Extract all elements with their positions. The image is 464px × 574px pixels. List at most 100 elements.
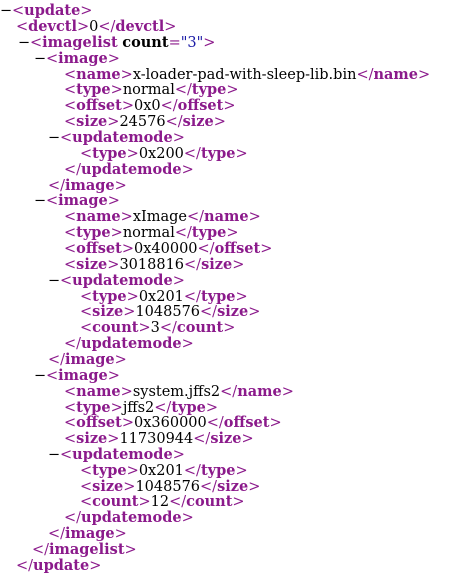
tag-name: updatemode — [81, 161, 182, 178]
tag-name: name — [76, 383, 121, 400]
close-bracket: </ — [197, 241, 215, 257]
close-bracket: </ — [16, 558, 34, 574]
end-bracket: > — [281, 384, 294, 400]
imagelist-close-line: </imagelist> — [32, 541, 137, 559]
collapse-toggle-icon[interactable]: − — [34, 193, 46, 209]
end-bracket: > — [123, 304, 136, 320]
image-name-line: <name>system.jffs2</name> — [64, 383, 294, 401]
element-text: 0x200 — [138, 146, 184, 162]
end-bracket: > — [248, 479, 261, 495]
collapse-toggle-icon[interactable]: − — [34, 368, 46, 384]
tag-name: type — [191, 224, 227, 241]
collapse-toggle-icon[interactable]: − — [48, 447, 60, 463]
collapse-toggle-icon[interactable]: − — [18, 35, 30, 51]
image-type-line: <type>normal</type> — [64, 82, 239, 99]
open-bracket: < — [64, 257, 77, 273]
end-bracket: > — [164, 19, 177, 35]
end-bracket: > — [120, 384, 133, 400]
element-text: 0x201 — [138, 289, 184, 305]
open-bracket: < — [16, 19, 29, 35]
updatemode-close-line: </updatemode> — [64, 510, 194, 527]
tag-name: type — [171, 399, 206, 416]
end-bracket: > — [126, 463, 139, 479]
tag-name: type — [92, 462, 127, 479]
close-bracket: </ — [160, 98, 178, 114]
image-close-line: </image> — [48, 525, 127, 543]
tag-name: image — [65, 525, 115, 542]
tag-name: imagelist — [42, 34, 118, 51]
open-bracket: < — [64, 209, 77, 225]
open-bracket: < — [64, 400, 77, 416]
tag-name: offset — [177, 97, 224, 114]
end-bracket: > — [107, 368, 120, 384]
tag-name: update — [33, 557, 90, 574]
end-bracket: > — [76, 19, 90, 35]
open-bracket: < — [46, 51, 59, 67]
tag-name: count — [92, 319, 139, 336]
element-text: 3018816 — [119, 257, 185, 273]
open-bracket: < — [60, 447, 73, 463]
end-bracket: > — [107, 114, 120, 130]
end-bracket: > — [126, 289, 139, 305]
tag-name: updatemode — [81, 335, 182, 352]
tag-name: size — [76, 256, 108, 273]
tag-name: offset — [76, 97, 122, 114]
collapse-toggle-icon[interactable]: − — [0, 3, 12, 19]
end-bracket: > — [241, 431, 254, 447]
end-bracket: > — [226, 225, 239, 241]
end-bracket: > — [232, 257, 245, 273]
close-bracket: </ — [220, 384, 238, 400]
close-bracket: </ — [165, 114, 183, 130]
collapse-toggle-icon[interactable]: − — [48, 130, 60, 146]
element-text: x-loader-pad-with-sleep-lib.bin — [132, 67, 357, 83]
tag-name: image — [65, 351, 115, 368]
close-bracket: </ — [206, 415, 224, 431]
end-bracket: > — [80, 3, 93, 19]
collapse-toggle-icon[interactable]: − — [34, 51, 46, 67]
image-open-line: −<image> — [34, 193, 120, 210]
end-bracket: > — [107, 257, 120, 273]
tag-name: count — [176, 319, 224, 336]
tag-name: type — [76, 224, 111, 241]
close-bracket: </ — [48, 352, 66, 368]
tag-name: name — [204, 208, 249, 225]
image-offset-line: <offset>0x360000</offset> — [64, 415, 282, 432]
close-bracket: </ — [174, 82, 192, 98]
tag-name: size — [217, 303, 249, 320]
open-bracket: < — [64, 114, 77, 130]
collapse-toggle-icon[interactable]: − — [48, 273, 60, 289]
end-bracket: > — [126, 146, 139, 162]
tag-name: size — [76, 430, 108, 447]
tag-name: updatemode — [72, 129, 173, 146]
open-bracket: < — [64, 225, 77, 241]
end-bracket: > — [172, 273, 185, 289]
open-bracket: < — [80, 479, 93, 495]
tag-name: imagelist — [49, 541, 125, 558]
updatemode-count-line: <count>12</count> — [80, 493, 245, 511]
end-bracket: > — [107, 193, 120, 209]
end-bracket: > — [232, 494, 245, 510]
tag-name: count — [186, 493, 233, 510]
tag-name: name — [237, 383, 282, 400]
updatemode-close-line: </updatemode> — [64, 335, 194, 353]
open-bracket: < — [30, 35, 43, 51]
close-bracket: </ — [159, 320, 177, 336]
close-bracket: </ — [32, 542, 50, 558]
attribute-value: 3 — [187, 35, 197, 51]
end-bracket: > — [138, 494, 151, 510]
open-bracket: < — [80, 494, 93, 510]
element-text: 0x40000 — [133, 241, 198, 257]
open-bracket: < — [64, 241, 77, 257]
close-bracket: </ — [64, 510, 82, 526]
end-bracket: > — [172, 130, 185, 146]
end-bracket: > — [181, 162, 194, 178]
tag-name: image — [58, 50, 108, 67]
open-bracket: < — [64, 415, 77, 431]
end-bracket: > — [235, 146, 248, 162]
element-text: normal — [122, 82, 175, 98]
open-bracket: < — [80, 289, 93, 305]
image-offset-line: <offset>0x0</offset> — [64, 97, 236, 115]
attribute-name: count — [122, 34, 169, 51]
end-bracket: > — [110, 82, 123, 98]
close-bracket: </ — [64, 336, 82, 352]
